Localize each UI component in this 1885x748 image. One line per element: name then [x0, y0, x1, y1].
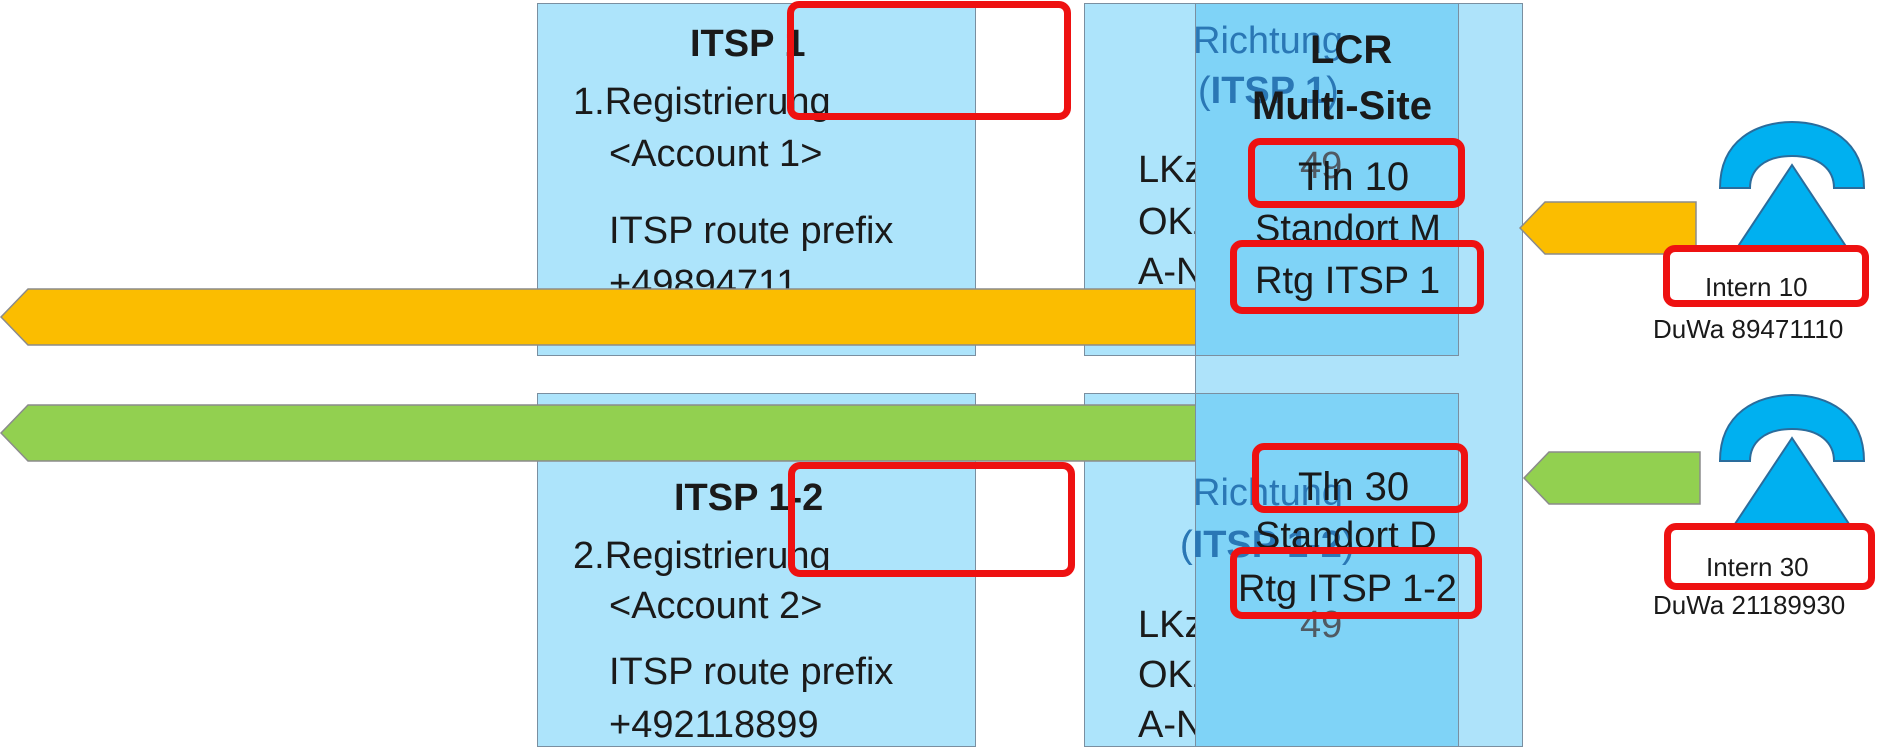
- itsp1-prefix-label: ITSP route prefix: [609, 210, 894, 252]
- itsp2-prefix-value: +492118899: [609, 704, 819, 746]
- highlight-rtg1: [1230, 240, 1484, 314]
- richtung1-lkz-label: LKz: [1138, 149, 1204, 191]
- lcr-title: LCR: [1310, 28, 1393, 72]
- highlight-itsp2-title: [788, 462, 1075, 577]
- richtung1-open-overlay: (: [1198, 70, 1211, 112]
- richtung2-open-overlay: (: [1180, 524, 1193, 566]
- green-incoming-arrow: [1523, 451, 1701, 505]
- phone1-label: Intern 10: [1705, 272, 1808, 302]
- itsp2-prefix-label: ITSP route prefix: [609, 651, 894, 693]
- highlight-rtg2: [1230, 547, 1482, 619]
- richtung2-lkz-label: LKz: [1138, 604, 1204, 646]
- itsp2-account: <Account 2>: [609, 585, 823, 627]
- phone2-duwa: DuWa 21189930: [1653, 590, 1846, 620]
- highlight-tln10: [1248, 138, 1465, 208]
- orange-route-arrow: [0, 288, 1200, 346]
- itsp1-account: <Account 1>: [609, 133, 823, 175]
- green-route-arrow: [0, 404, 1200, 462]
- highlight-itsp1-title: [787, 1, 1071, 120]
- telephone-icon: [1718, 393, 1866, 534]
- lcr-subtitle: Multi-Site: [1252, 84, 1432, 128]
- phone1-duwa: DuWa 89471110: [1653, 314, 1844, 344]
- telephone-icon: [1718, 120, 1866, 261]
- phone2-label: Intern 30: [1706, 552, 1809, 582]
- highlight-tln30: [1252, 443, 1468, 513]
